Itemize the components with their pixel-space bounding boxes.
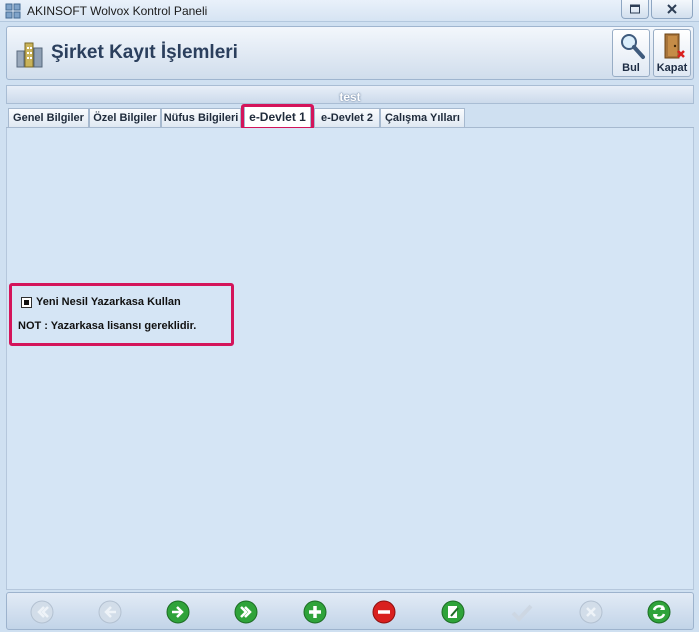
tab-content-panel — [6, 128, 694, 590]
previous-record-icon — [98, 600, 122, 624]
record-name: test — [339, 90, 361, 104]
previous-record-button[interactable] — [97, 599, 123, 625]
save-record-button[interactable] — [509, 599, 535, 625]
maximize-button[interactable] — [621, 0, 649, 19]
window-title: AKINSOFT Wolvox Kontrol Paneli — [27, 4, 208, 18]
close-form-button[interactable]: Kapat — [653, 29, 691, 77]
checkmark-icon — [511, 604, 533, 622]
tab-genel-bilgiler[interactable]: Genel Bilgiler — [8, 108, 89, 127]
magnifier-icon — [621, 34, 645, 59]
record-name-bar: test — [6, 85, 694, 104]
last-record-icon — [234, 600, 258, 624]
delete-record-button[interactable] — [371, 599, 397, 625]
next-record-button[interactable] — [165, 599, 191, 625]
close-icon — [667, 4, 677, 14]
minus-icon — [372, 600, 396, 624]
exit-door-icon — [664, 33, 685, 59]
add-record-button[interactable] — [302, 599, 328, 625]
plus-icon — [303, 600, 327, 624]
find-button[interactable]: Bul — [612, 29, 650, 77]
cancel-icon — [579, 600, 603, 624]
tab-e-devlet-1[interactable]: e-Devlet 1 — [244, 105, 311, 128]
record-navigation-bar — [6, 592, 694, 630]
page-title: Şirket Kayıt İşlemleri — [51, 42, 238, 63]
close-window-button[interactable] — [651, 0, 693, 19]
first-record-icon — [30, 600, 54, 624]
refresh-icon — [647, 600, 671, 624]
tab-ozel-bilgiler[interactable]: Özel Bilgiler — [89, 108, 161, 127]
next-record-icon — [166, 600, 190, 624]
buildings-icon — [16, 42, 43, 68]
window-titlebar: AKINSOFT Wolvox Kontrol Paneli — [0, 0, 699, 22]
maximize-icon — [630, 4, 640, 14]
cancel-edit-button[interactable] — [578, 599, 604, 625]
yeni-nesil-yazarkasa-label[interactable]: Yeni Nesil Yazarkasa Kullan — [36, 296, 181, 308]
edit-icon — [441, 600, 465, 624]
tab-calisma-yillari[interactable]: Çalışma Yılları — [380, 108, 465, 127]
form-header: Şirket Kayıt İşlemleri Bul Kapat — [6, 26, 694, 80]
yeni-nesil-yazarkasa-checkbox[interactable] — [21, 297, 32, 308]
find-button-label: Bul — [622, 62, 640, 74]
yazarkasa-option-highlight — [9, 283, 234, 346]
tab-nufus-bilgileri[interactable]: Nüfus Bilgileri — [161, 108, 241, 127]
checkbox-check-mark — [24, 300, 29, 305]
tab-e-devlet-2[interactable]: e-Devlet 2 — [314, 108, 380, 127]
refresh-records-button[interactable] — [646, 599, 672, 625]
first-record-button[interactable] — [29, 599, 55, 625]
close-form-button-label: Kapat — [656, 62, 688, 74]
last-record-button[interactable] — [233, 599, 259, 625]
yazarkasa-license-note: NOT : Yazarkasa lisansı gereklidir. — [18, 320, 197, 332]
app-icon — [5, 3, 21, 19]
edit-record-button[interactable] — [440, 599, 466, 625]
